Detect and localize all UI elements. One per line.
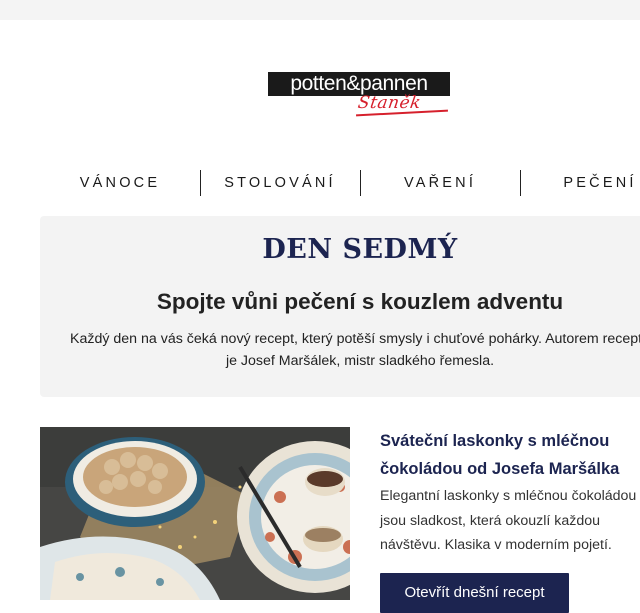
advent-hero-panel: DEN SEDMÝ Spojte vůni pečení s kouzlem a… xyxy=(40,216,640,397)
nav-item-peceni[interactable]: PEČENÍ xyxy=(520,170,640,196)
open-recipe-button[interactable]: Otevřít dnešní recept xyxy=(380,573,569,613)
nav-item-stolovani[interactable]: STOLOVÁNÍ xyxy=(200,170,360,196)
logo-signature: Staněk xyxy=(356,93,423,113)
nav-item-vareni[interactable]: VAŘENÍ xyxy=(360,170,520,196)
nav-item-vanoce[interactable]: VÁNOCE xyxy=(40,170,200,196)
main-navigation: VÁNOCE STOLOVÁNÍ VAŘENÍ PEČENÍ xyxy=(40,170,640,196)
article-description: Elegantní laskonky s mléčnou čokoládou j… xyxy=(380,488,637,553)
top-strip xyxy=(0,0,640,20)
recipe-photo[interactable] xyxy=(40,427,350,600)
recipe-photo-icon xyxy=(40,427,350,600)
hero-description: Každý den na vás čeká nový recept, který… xyxy=(70,331,640,369)
hero-title: DEN SEDMÝ xyxy=(262,234,458,265)
article-title[interactable]: Sváteční laskonky s mléčnou čokoládou od… xyxy=(380,427,640,483)
hero-subtitle: Spojte vůni pečení s kouzlem adventu xyxy=(156,289,564,314)
brand-logo[interactable]: potten&pannen Staněk xyxy=(268,72,452,118)
